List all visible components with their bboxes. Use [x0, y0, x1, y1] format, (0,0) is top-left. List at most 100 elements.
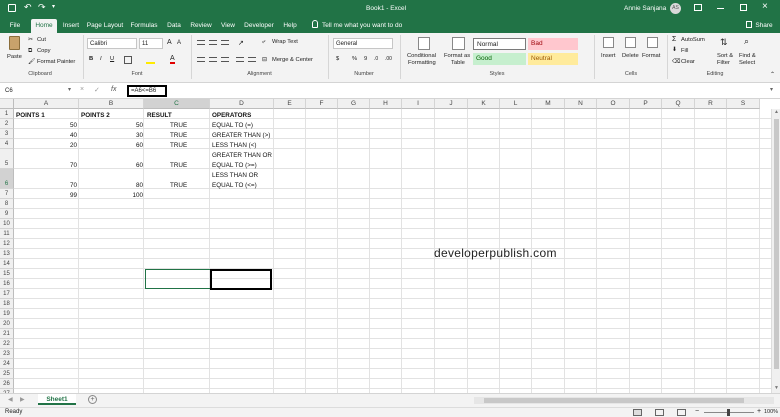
- row-header-20[interactable]: 20: [0, 319, 14, 329]
- column-header-d[interactable]: D: [210, 99, 274, 109]
- column-header-h[interactable]: H: [370, 99, 402, 109]
- cell-a1[interactable]: POINTS 1: [16, 112, 45, 119]
- page-break-view-icon[interactable]: [677, 409, 686, 416]
- share-button[interactable]: Share: [754, 19, 774, 33]
- row-header-16[interactable]: 16: [0, 279, 14, 289]
- underline-button[interactable]: U: [110, 56, 114, 63]
- zoom-in-icon[interactable]: +: [757, 408, 761, 415]
- row-header-17[interactable]: 17: [0, 289, 14, 299]
- cell-b1[interactable]: POINTS 2: [81, 112, 110, 119]
- row-header-10[interactable]: 10: [0, 219, 14, 229]
- select-all-corner[interactable]: [0, 99, 14, 109]
- tab-home[interactable]: Home: [31, 19, 57, 33]
- restore-icon[interactable]: [740, 4, 747, 11]
- cell-c3[interactable]: TRUE: [170, 132, 187, 139]
- column-header-n[interactable]: N: [565, 99, 597, 109]
- font-color-icon[interactable]: A: [170, 55, 175, 64]
- style-normal[interactable]: Normal: [473, 38, 526, 50]
- borders-icon[interactable]: [124, 56, 132, 64]
- row-header-25[interactable]: 25: [0, 369, 14, 379]
- cell-d5-line2[interactable]: EQUAL TO (>=): [212, 162, 257, 169]
- share-icon[interactable]: [746, 21, 752, 28]
- row-header-2[interactable]: 2: [0, 119, 14, 129]
- row-header-12[interactable]: 12: [0, 239, 14, 249]
- wrap-text-button[interactable]: Wrap Text: [272, 39, 298, 46]
- clear-button[interactable]: Clear: [681, 59, 695, 66]
- h-scroll-thumb[interactable]: [484, 398, 744, 403]
- row-header-1[interactable]: 1: [0, 109, 14, 119]
- delete-cells-icon[interactable]: [625, 37, 636, 48]
- cell-c6[interactable]: TRUE: [170, 182, 187, 189]
- row-header-4[interactable]: 4: [0, 139, 14, 149]
- row-header-14[interactable]: 14: [0, 259, 14, 269]
- tab-review[interactable]: Review: [188, 19, 214, 33]
- style-bad[interactable]: Bad: [528, 38, 578, 50]
- close-icon[interactable]: ×: [762, 1, 768, 12]
- column-header-g[interactable]: G: [338, 99, 370, 109]
- column-header-o[interactable]: O: [597, 99, 630, 109]
- copy-button[interactable]: Copy: [37, 48, 51, 55]
- vertical-scrollbar[interactable]: ▲ ▼: [771, 109, 780, 393]
- find-select-icon[interactable]: ⌕: [744, 36, 749, 47]
- zoom-level[interactable]: 100%: [764, 409, 778, 415]
- row-header-11[interactable]: 11: [0, 229, 14, 239]
- name-box-dropdown-icon[interactable]: ▾: [68, 86, 71, 93]
- cell-d4[interactable]: LESS THAN (<): [212, 142, 257, 149]
- number-format-select[interactable]: General: [333, 38, 393, 49]
- align-middle-icon[interactable]: [209, 40, 217, 45]
- column-header-m[interactable]: M: [532, 99, 565, 109]
- column-header-i[interactable]: I: [402, 99, 435, 109]
- fill-button[interactable]: Fill: [681, 48, 688, 55]
- find-select-button[interactable]: Find &: [739, 53, 756, 60]
- currency-button[interactable]: $: [336, 56, 339, 63]
- name-box[interactable]: C6: [3, 86, 61, 96]
- cell-c1[interactable]: RESULT: [147, 112, 172, 119]
- row-header-6[interactable]: 6: [0, 169, 14, 189]
- row-header-19[interactable]: 19: [0, 309, 14, 319]
- next-sheet-icon[interactable]: ▶: [20, 396, 25, 403]
- row-header-21[interactable]: 21: [0, 329, 14, 339]
- column-header-p[interactable]: P: [630, 99, 662, 109]
- delete-cells-button[interactable]: Delete: [622, 53, 639, 60]
- scroll-thumb[interactable]: [774, 119, 779, 369]
- tab-formulas[interactable]: Formulas: [128, 19, 160, 33]
- column-header-e[interactable]: E: [274, 99, 306, 109]
- row-header-18[interactable]: 18: [0, 299, 14, 309]
- row-header-22[interactable]: 22: [0, 339, 14, 349]
- cell-a6[interactable]: 70: [70, 182, 77, 189]
- scroll-down-icon[interactable]: ▼: [774, 385, 779, 391]
- align-right-icon[interactable]: [221, 57, 229, 62]
- column-header-c[interactable]: C: [144, 99, 210, 109]
- align-left-icon[interactable]: [197, 57, 205, 62]
- column-header-b[interactable]: B: [79, 99, 144, 109]
- cell-b5[interactable]: 60: [136, 162, 143, 169]
- tab-developer[interactable]: Developer: [242, 19, 276, 33]
- style-neutral[interactable]: Neutral: [528, 53, 578, 65]
- scroll-up-icon[interactable]: ▲: [774, 109, 779, 115]
- orientation-icon[interactable]: ↗: [238, 39, 244, 47]
- grow-font-button[interactable]: A: [167, 39, 172, 46]
- column-header-l[interactable]: L: [500, 99, 532, 109]
- font-size-select[interactable]: 11: [139, 38, 163, 49]
- align-bottom-icon[interactable]: [221, 40, 229, 45]
- row-header-5[interactable]: 5: [0, 149, 14, 169]
- horizontal-scrollbar[interactable]: [474, 397, 774, 404]
- sheet-tab-sheet1[interactable]: Sheet1: [38, 394, 76, 405]
- paste-button[interactable]: Paste: [7, 54, 22, 61]
- column-header-k[interactable]: K: [468, 99, 500, 109]
- percent-button[interactable]: %: [352, 56, 357, 63]
- tab-data[interactable]: Data: [164, 19, 184, 33]
- format-painter-button[interactable]: Format Painter: [37, 59, 75, 66]
- cell-b4[interactable]: 60: [136, 142, 143, 149]
- cell-a3[interactable]: 40: [70, 132, 77, 139]
- column-header-a[interactable]: A: [14, 99, 79, 109]
- sort-filter-button[interactable]: Sort &: [717, 53, 733, 60]
- cell-d1[interactable]: OPERATORS: [212, 112, 251, 119]
- cell-d6-line2[interactable]: EQUAL TO (<=): [212, 182, 257, 189]
- zoom-out-icon[interactable]: −: [695, 408, 699, 415]
- merge-center-button[interactable]: Merge & Center: [272, 57, 313, 64]
- cell-a5[interactable]: 70: [70, 162, 77, 169]
- cancel-icon[interactable]: ×: [80, 86, 84, 93]
- tab-view[interactable]: View: [218, 19, 238, 33]
- cell-d2[interactable]: EQUAL TO (=): [212, 122, 253, 129]
